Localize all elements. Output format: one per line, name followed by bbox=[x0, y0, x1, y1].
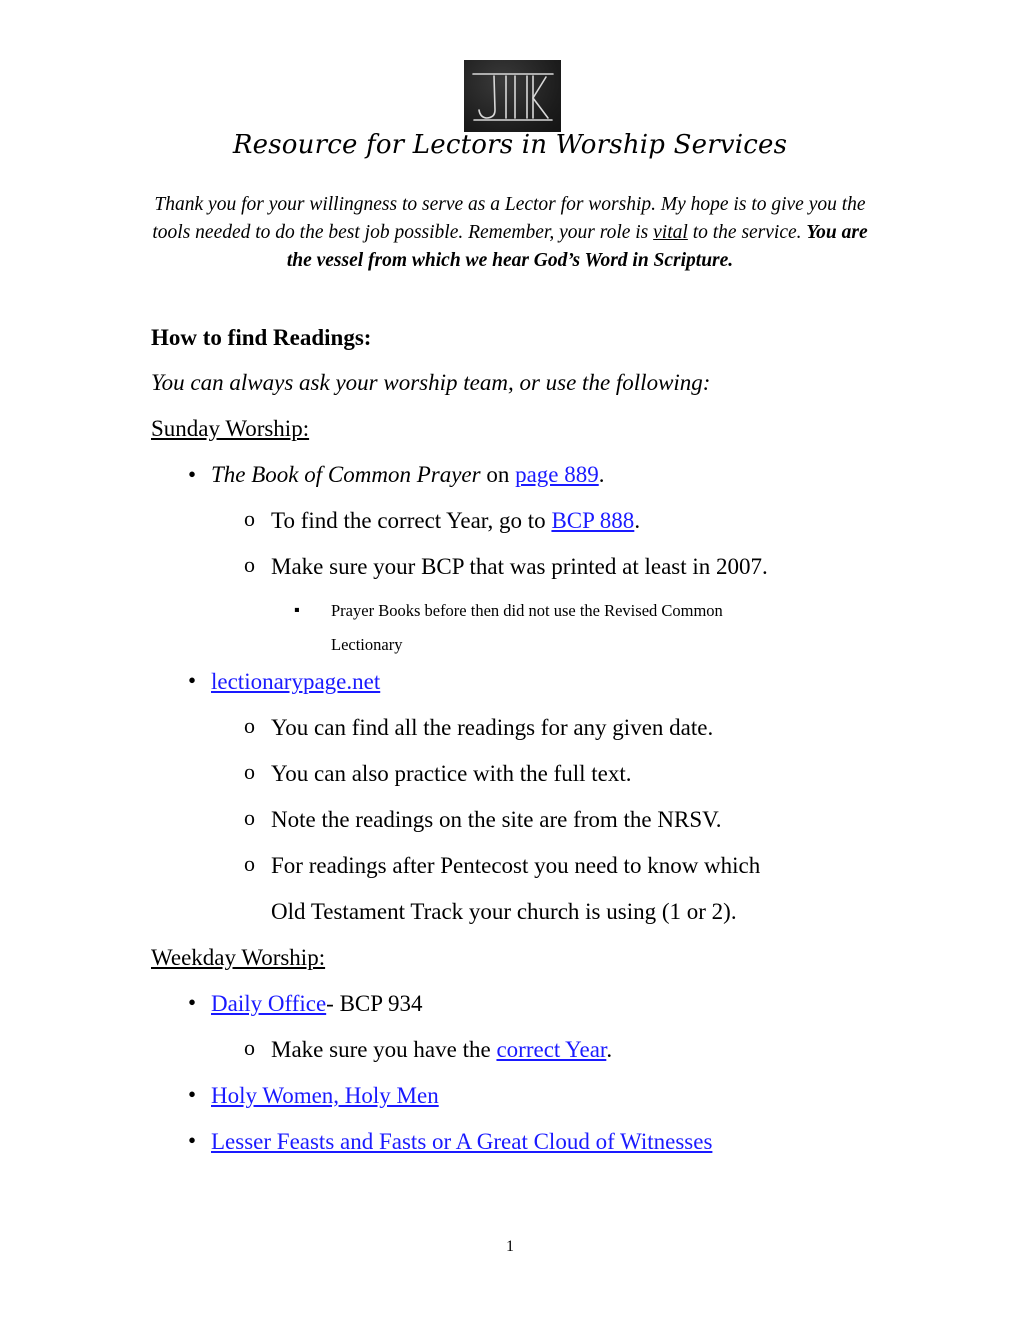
section-subheading: You can always ask your worship team, or… bbox=[151, 370, 711, 395]
bullet-circle-icon: o bbox=[244, 759, 255, 784]
list-item-nrsv: Note the readings on the site are from t… bbox=[271, 807, 722, 832]
intro-text-2: to the service. bbox=[687, 222, 807, 243]
list-item-daily-correct-year: Make sure you have the correct Year. bbox=[271, 1037, 612, 1063]
bullet-disc-icon: • bbox=[188, 1082, 197, 1107]
bcp-text: on bbox=[480, 462, 516, 487]
list-item-find-readings: You can find all the readings for any gi… bbox=[271, 715, 714, 740]
weekday-worship-label: Weekday Worship: bbox=[151, 945, 326, 970]
link-page-889[interactable]: page 889 bbox=[515, 462, 599, 487]
sunday-worship-label: Sunday Worship: bbox=[151, 416, 310, 441]
sub-text: To find the correct Year, go to bbox=[271, 508, 552, 533]
bcp-title: The Book of Common Prayer bbox=[211, 462, 481, 487]
bullet-disc-icon: • bbox=[188, 668, 197, 693]
intro-emphasis: vital bbox=[653, 222, 688, 243]
link-holy-women-holy-men[interactable]: Holy Women, Holy Men bbox=[211, 1083, 439, 1108]
punct: . bbox=[598, 462, 605, 487]
sub-text: Make sure you have the bbox=[271, 1037, 497, 1062]
bullet-disc-icon: • bbox=[188, 990, 197, 1015]
link-bcp-888[interactable]: BCP 888 bbox=[551, 508, 634, 533]
document-title: Resource for Lectors in Worship Services bbox=[232, 130, 788, 160]
list-item-bcp: The Book of Common Prayer on page 889. bbox=[211, 462, 605, 488]
bullet-circle-icon: o bbox=[244, 552, 255, 577]
link-lesser-feasts[interactable]: Lesser Feasts and Fasts or A Great Cloud… bbox=[211, 1129, 712, 1154]
intro-paragraph: Thank you for your willingness to serve … bbox=[148, 191, 872, 275]
list-item-practice: You can also practice with the full text… bbox=[271, 761, 632, 786]
list-item-correct-year: To find the correct Year, go to BCP 888. bbox=[271, 508, 640, 534]
list-item-pentecost: For readings after Pentecost you need to… bbox=[271, 853, 761, 878]
jik-logo bbox=[464, 60, 561, 132]
bullet-circle-icon: o bbox=[244, 1035, 255, 1060]
list-item-pentecost-cont: Old Testament Track your church is using… bbox=[271, 899, 737, 924]
bullet-square-icon: ▪ bbox=[294, 600, 300, 619]
chalkboard-monogram-icon bbox=[472, 73, 554, 121]
note-line-2: Lectionary bbox=[331, 635, 403, 654]
punct: . bbox=[606, 1037, 613, 1062]
list-item-holy-women: Holy Women, Holy Men bbox=[211, 1083, 439, 1109]
punct: . bbox=[634, 508, 641, 533]
link-lectionarypage[interactable]: lectionarypage.net bbox=[211, 669, 380, 694]
list-item-lesser-feasts: Lesser Feasts and Fasts or A Great Cloud… bbox=[211, 1129, 712, 1155]
bullet-circle-icon: o bbox=[244, 851, 255, 876]
bullet-disc-icon: • bbox=[188, 1128, 197, 1153]
list-item-print-year: Make sure your BCP that was printed at l… bbox=[271, 554, 768, 579]
list-item-lectionary: lectionarypage.net bbox=[211, 669, 380, 695]
bullet-disc-icon: • bbox=[188, 462, 197, 487]
daily-office-ref: - BCP 934 bbox=[326, 991, 423, 1016]
bullet-circle-icon: o bbox=[244, 805, 255, 830]
section-heading: How to find Readings: bbox=[151, 325, 372, 350]
bullet-circle-icon: o bbox=[244, 713, 255, 738]
note-line-1: Prayer Books before then did not use the… bbox=[331, 601, 723, 620]
page-number: 1 bbox=[506, 1238, 514, 1255]
link-correct-year[interactable]: correct Year bbox=[496, 1037, 606, 1062]
list-item-daily-office: Daily Office- BCP 934 bbox=[211, 991, 422, 1017]
bullet-circle-icon: o bbox=[244, 506, 255, 531]
link-daily-office[interactable]: Daily Office bbox=[211, 991, 326, 1016]
